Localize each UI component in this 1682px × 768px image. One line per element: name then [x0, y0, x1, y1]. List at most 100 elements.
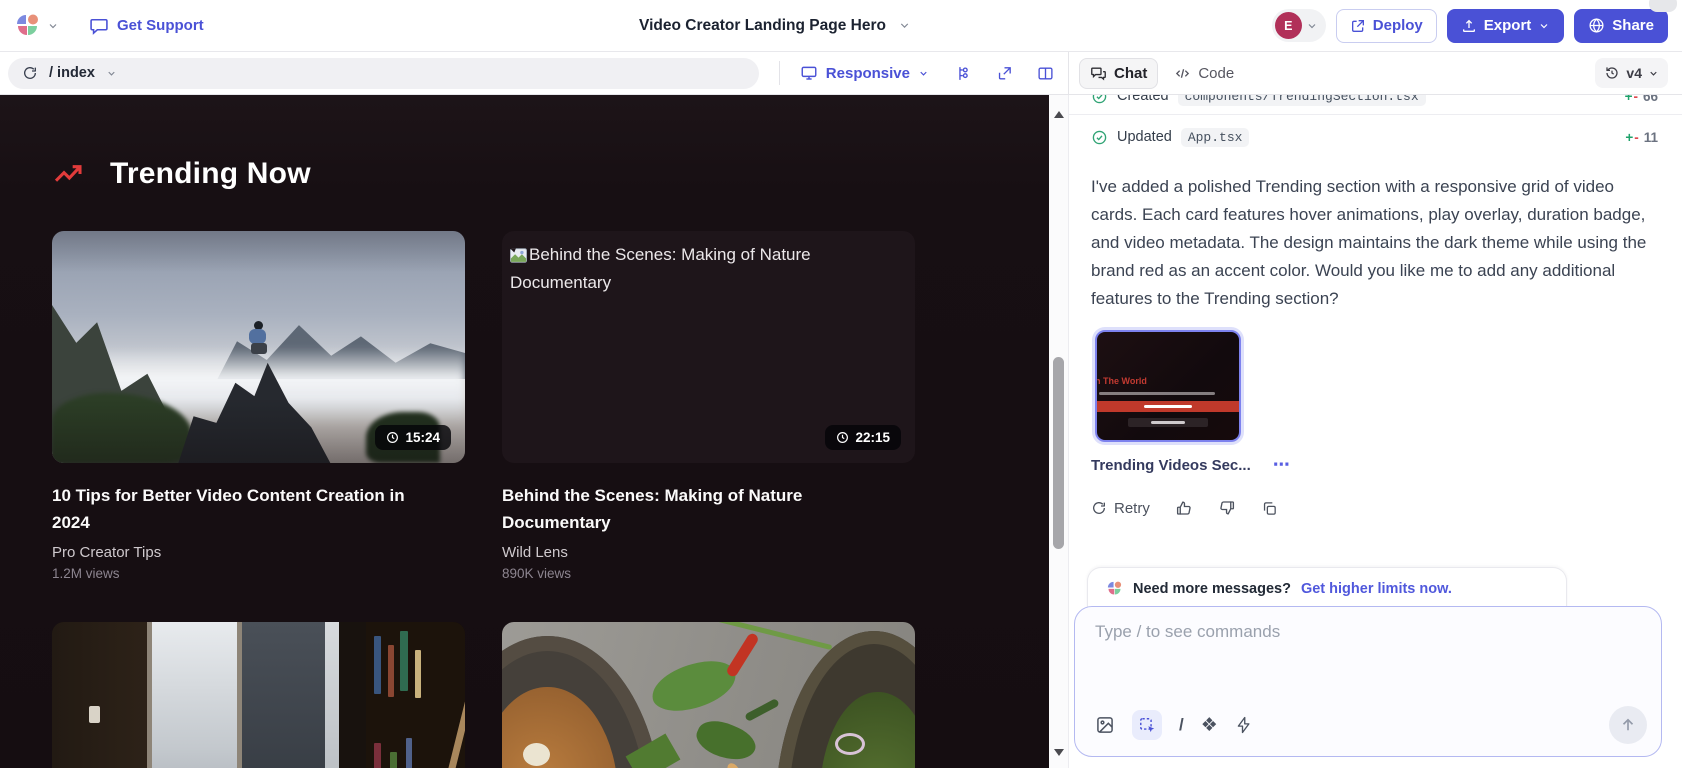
tab-chat-label: Chat — [1114, 65, 1147, 82]
app-window: Get Support Video Creator Landing Page H… — [0, 0, 1682, 768]
viewport-label: Responsive — [826, 65, 910, 82]
more-options[interactable]: ⋯ — [1273, 455, 1291, 475]
chevron-down-icon — [1306, 20, 1318, 32]
thumbs-up-icon[interactable] — [1175, 499, 1193, 517]
external-link-icon — [1350, 18, 1366, 34]
clock-icon — [836, 431, 849, 444]
preview-scrollbar — [1049, 95, 1068, 768]
bolt-icon[interactable] — [1235, 716, 1253, 734]
section-title: Trending Now — [110, 157, 311, 191]
check-circle-icon — [1091, 129, 1108, 146]
site-preview: Trending Now — [0, 95, 1049, 768]
composer-toolbar: / ❖ — [1095, 706, 1647, 744]
clock-icon — [386, 431, 399, 444]
broken-image-icon — [510, 248, 527, 263]
duration-badge: 15:24 — [375, 425, 451, 450]
file-action: Updated — [1117, 129, 1172, 145]
file-change-row: Created components/TrendingSection.tsx +… — [1091, 95, 1658, 110]
divider — [1069, 114, 1682, 115]
thumb-red-button — [1097, 401, 1239, 412]
chat-input[interactable] — [1095, 622, 1647, 642]
brand-menu[interactable] — [14, 12, 59, 39]
video-channel: Wild Lens — [502, 544, 915, 561]
avatar: E — [1275, 12, 1302, 39]
artifact-thumbnail[interactable]: h The World — [1095, 330, 1241, 442]
get-support-link[interactable]: Get Support — [89, 16, 204, 36]
video-card[interactable]: 15:24 10 Tips for Better Video Content C… — [52, 231, 465, 581]
version-history[interactable]: v4 — [1595, 58, 1668, 88]
preview-column: Trending Now — [0, 95, 1069, 768]
bookshelf-illustration — [366, 622, 465, 768]
image-icon[interactable] — [1095, 715, 1115, 735]
video-channel: Pro Creator Tips — [52, 544, 465, 561]
file-chip: components/TrendingSection.tsx — [1178, 95, 1426, 106]
open-in-new-icon[interactable] — [996, 65, 1013, 82]
broken-image-alt-text: Behind the Scenes: Making of Nature Docu… — [510, 241, 899, 297]
copy-icon[interactable] — [1261, 500, 1278, 517]
account-menu[interactable]: E — [1272, 9, 1326, 42]
video-card[interactable] — [502, 622, 915, 768]
logo-icon — [14, 12, 41, 39]
logo-icon — [1106, 580, 1123, 597]
chili-illustration — [726, 632, 761, 679]
duration-badge: 22:15 — [825, 425, 901, 450]
scrollbar-thumb[interactable] — [1053, 357, 1064, 549]
trending-section-header: Trending Now — [52, 157, 1049, 191]
limits-text: Need more messages? — [1133, 581, 1291, 597]
code-icon — [1174, 65, 1191, 82]
tab-code[interactable]: Code — [1164, 58, 1244, 89]
send-icon — [1619, 716, 1637, 734]
tab-chat[interactable]: Chat — [1079, 58, 1158, 89]
monitor-icon — [800, 64, 818, 82]
chevron-down-icon — [106, 68, 117, 79]
share-label: Share — [1612, 17, 1654, 34]
share-button[interactable]: Share — [1574, 9, 1668, 43]
chat-messages: Created components/TrendingSection.tsx +… — [1069, 95, 1682, 567]
file-chip: App.tsx — [1181, 128, 1250, 147]
viewport-selector[interactable]: Responsive — [800, 64, 929, 82]
thumbs-down-icon[interactable] — [1218, 499, 1236, 517]
assistant-message: I've added a polished Trending section w… — [1091, 173, 1658, 313]
video-card[interactable] — [52, 622, 465, 768]
globe-icon — [1588, 17, 1605, 34]
inspector-icon[interactable] — [955, 65, 972, 82]
chat-composer-area: Need more messages? Get higher limits no… — [1069, 567, 1682, 768]
tab-code-label: Code — [1198, 65, 1234, 82]
divider — [779, 61, 780, 85]
route-selector[interactable]: / index — [8, 58, 759, 89]
diff-stats: +-11 — [1625, 130, 1658, 145]
refresh-icon[interactable] — [22, 65, 38, 81]
limits-link[interactable]: Get higher limits now. — [1301, 581, 1452, 597]
clipped-pill — [1649, 0, 1677, 12]
file-action: Created — [1117, 95, 1169, 104]
video-thumbnail-food — [502, 622, 915, 768]
slash-command-icon[interactable]: / — [1179, 715, 1184, 735]
video-card[interactable]: Behind the Scenes: Making of Nature Docu… — [502, 231, 915, 581]
project-title-dropdown[interactable]: Video Creator Landing Page Hero — [639, 17, 911, 35]
scroll-up-arrow[interactable] — [1054, 111, 1064, 118]
video-thumbnail-mountain: 15:24 — [52, 231, 465, 463]
main-area: Trending Now — [0, 95, 1682, 768]
chat-input-box[interactable]: / ❖ — [1074, 606, 1662, 757]
diff-stats: +-66 — [1625, 95, 1658, 104]
scroll-down-arrow[interactable] — [1054, 749, 1064, 756]
deploy-label: Deploy — [1373, 17, 1423, 34]
toolbar-row: / index Responsive — [0, 52, 1682, 95]
route-path: / index — [49, 65, 95, 81]
split-view-icon[interactable] — [1037, 65, 1054, 82]
chevron-down-icon — [47, 20, 59, 32]
thumb-dark-button — [1128, 418, 1208, 427]
message-actions: Retry — [1091, 499, 1658, 517]
chat-panel: Created components/TrendingSection.tsx +… — [1069, 95, 1682, 768]
retry-button[interactable]: Retry — [1091, 500, 1150, 517]
chevron-down-icon — [918, 68, 929, 79]
chevron-down-icon — [1648, 68, 1659, 79]
video-views: 890K views — [502, 566, 915, 581]
diamonds-icon[interactable]: ❖ — [1201, 716, 1218, 735]
preview-tools — [955, 65, 1054, 82]
export-button[interactable]: Export — [1447, 9, 1565, 43]
deploy-button[interactable]: Deploy — [1336, 9, 1437, 43]
history-icon — [1604, 65, 1620, 81]
select-element-icon[interactable] — [1132, 710, 1162, 740]
send-button[interactable] — [1609, 706, 1647, 744]
